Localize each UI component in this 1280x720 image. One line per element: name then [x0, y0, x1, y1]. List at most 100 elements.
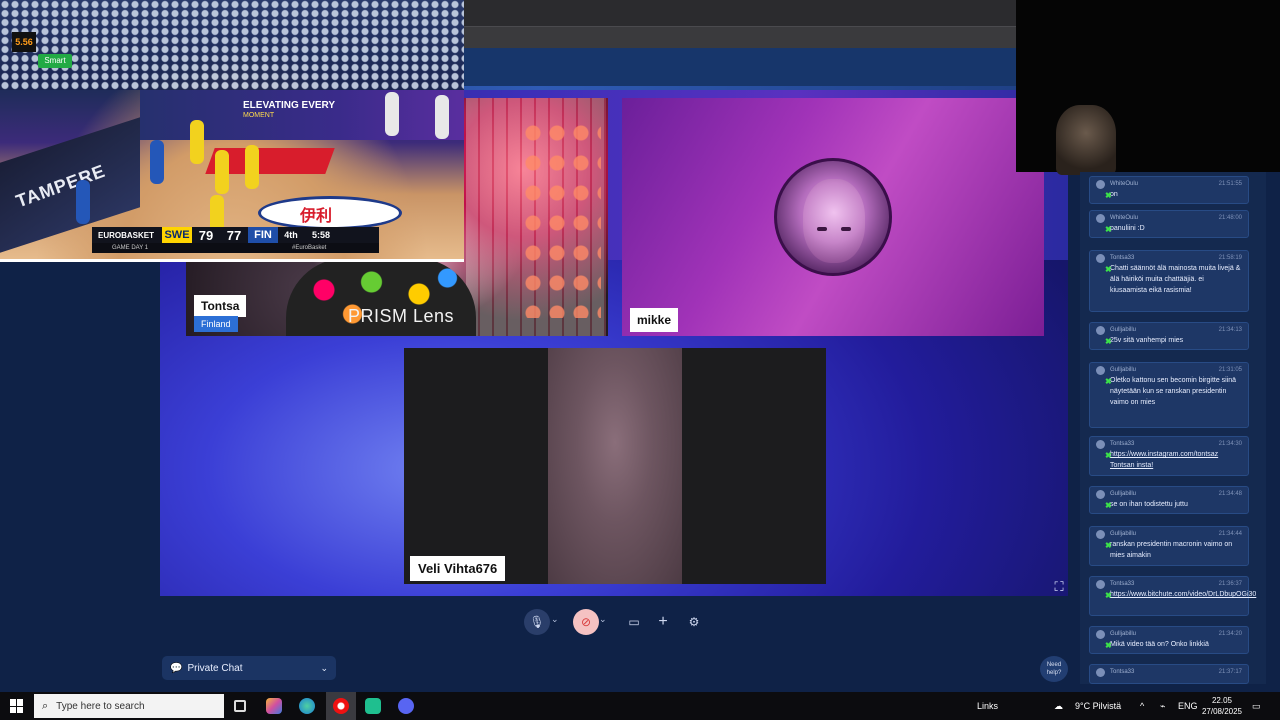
user-avatar-icon: [1096, 214, 1105, 223]
help-line-1: Need: [1046, 662, 1062, 668]
edge-browser-icon[interactable]: [299, 698, 315, 714]
avatar-eye: [841, 227, 851, 231]
mod-badge-icon: ✖: [1105, 591, 1112, 600]
chat-text: 25v sitä vanhempi mies: [1110, 337, 1184, 344]
team-swe: SWE: [162, 227, 192, 243]
browser-tab-bar: [464, 0, 1016, 26]
chat-text: Mikä video tää on? Onko linkkiä: [1110, 641, 1209, 648]
chat-text: Oletko kattonu sen becomin birgitte siin…: [1110, 377, 1237, 406]
links-toolbar[interactable]: Links: [977, 701, 998, 711]
chat-link[interactable]: https://www.bitchute.com/video/DrLDbupOG…: [1096, 589, 1256, 600]
player: [76, 180, 90, 224]
chevron-down-icon[interactable]: ⌄: [599, 614, 607, 625]
help-line-2: help?: [1046, 670, 1062, 676]
chat-text: on: [1110, 191, 1118, 198]
gear-icon[interactable]: ⚙: [681, 609, 707, 635]
clock-time: 22.05: [1211, 696, 1233, 705]
mod-badge-icon: ✖: [1105, 541, 1112, 550]
chat-text: se on ihan todistettu juttu: [1110, 501, 1188, 508]
user-avatar-icon: [1096, 490, 1105, 499]
hashtag: #EuroBasket: [292, 245, 327, 251]
microphone-button[interactable]: 🎙: [524, 609, 550, 635]
chevron-down-icon[interactable]: ⌄: [551, 614, 559, 625]
fullscreen-icon[interactable]: ⛶: [1052, 580, 1066, 594]
chat-message: Tontsa33 21:34:30 ✖ https://www.instagram.c…: [1089, 436, 1249, 476]
chat-message: Gulljabillu 21:31:05 ✖ Oletko kattonu sen b…: [1089, 362, 1249, 428]
game-day: GAME DAY 1: [112, 245, 149, 251]
prism-lens-watermark: PRISM Lens: [348, 306, 455, 326]
avatar: [774, 158, 892, 276]
basketball-stream-overlay: TAMPERE ELEVATING EVERY MOMENT 伊利 5.56 S…: [0, 0, 464, 262]
add-button[interactable]: +: [650, 609, 676, 635]
discord-icon[interactable]: [398, 698, 414, 714]
notification-icon[interactable]: ▭: [1252, 701, 1261, 712]
chat-timestamp: 21:48:00: [1218, 215, 1242, 221]
player: [190, 120, 204, 164]
mod-badge-icon: ✖: [1105, 191, 1112, 200]
player: [245, 145, 259, 189]
graffiti-dots: [521, 118, 601, 318]
mod-badge-icon: ✖: [1105, 337, 1112, 346]
chat-message: Gulljabillu 21:34:44 ✖ ranskan presidentin …: [1089, 526, 1249, 566]
chat-text: panuliini :D: [1110, 225, 1145, 232]
referee: [385, 92, 399, 136]
participant-name-mikke: mikke: [630, 308, 679, 332]
weather-widget[interactable]: 9°C Pilvistä: [1075, 701, 1121, 711]
chat-scrollbar[interactable]: [1266, 172, 1280, 684]
user-avatar-icon: [1096, 440, 1105, 449]
user-avatar-icon: [1096, 180, 1105, 189]
clock-date: 27/08/2025: [1201, 707, 1243, 716]
court-logo-text: 伊利: [300, 208, 333, 225]
app-icon[interactable]: [365, 698, 381, 714]
mod-badge-icon: ✖: [1105, 641, 1112, 650]
chat-text: Chatti säännöt älä mainosta muita livejä…: [1110, 265, 1241, 294]
chat-message: Gulljabillu 21:34:13 ✖ 25v sitä vanhempi mi…: [1089, 322, 1249, 350]
chat-link[interactable]: https://www.instagram.com/tontsaz Tontsa…: [1096, 449, 1242, 471]
chat-message: Tontsa33 21:36:37 ✖ https://www.bitchute.co…: [1089, 576, 1256, 616]
game-period: 4th: [284, 230, 298, 240]
taskbar-clock[interactable]: 22.05 27/08/2025: [1200, 695, 1244, 717]
chat-timestamp: 21:34:44: [1218, 531, 1242, 537]
scoreboard-subrow: GAME DAY 1 #EuroBasket: [92, 243, 379, 253]
chat-message: WhiteOulu 21:51:55 ✖ on: [1089, 176, 1249, 204]
sponsor-logo: Smart: [38, 54, 72, 68]
chat-timestamp: 21:34:20: [1218, 631, 1242, 637]
user-avatar-icon: [1096, 580, 1105, 589]
chat-text: ranskan presidentin macronin vaimo on mi…: [1110, 541, 1233, 559]
user-avatar-icon: [1096, 326, 1105, 335]
shot-clock: 5.56: [12, 32, 36, 52]
arena-banner: [140, 90, 464, 140]
screen-share-button[interactable]: ▭: [621, 609, 647, 635]
player: [150, 140, 164, 184]
banner-subtitle: MOMENT: [243, 112, 275, 119]
chat-timestamp: 21:58:19: [1218, 255, 1242, 261]
chat-message: WhiteOulu 21:48:00 ✖ panuliini :D: [1089, 210, 1249, 238]
avatar-face: [803, 179, 865, 263]
veli-video-feed: [548, 348, 682, 584]
user-avatar-icon: [1096, 630, 1105, 639]
camera-off-button[interactable]: ⊘: [573, 609, 599, 635]
taskbar-search-input[interactable]: ⌕ Type here to search: [34, 694, 224, 718]
private-chat-dropdown[interactable]: 💬 Private Chat ⌄: [162, 656, 336, 680]
chat-bubble-icon: 💬: [170, 662, 183, 674]
participant-name-veli: Veli Vihta676: [410, 556, 506, 581]
opera-browser-icon[interactable]: [333, 698, 349, 714]
chat-timestamp: 21:51:55: [1218, 181, 1242, 187]
windows-start-button[interactable]: [10, 699, 24, 713]
user-avatar-icon: [1096, 668, 1105, 677]
network-icon[interactable]: ⌁: [1160, 701, 1165, 712]
need-help-button[interactable]: Need help?: [1040, 656, 1068, 682]
chat-timestamp: 21:34:48: [1218, 491, 1242, 497]
app-root: PRISM Lens Tontsa Finland mikke Veli Vih…: [0, 0, 1280, 720]
chevron-down-icon: ⌄: [320, 662, 328, 673]
user-avatar-icon: [1096, 530, 1105, 539]
mod-badge-icon: ✖: [1105, 225, 1112, 234]
participant-name-tontsa: Tontsa: [194, 295, 247, 317]
language-indicator[interactable]: ENG: [1178, 701, 1198, 711]
copilot-icon[interactable]: [266, 698, 282, 714]
chat-timestamp: 21:31:05: [1218, 367, 1242, 373]
chat-timestamp: 21:34:13: [1218, 327, 1242, 333]
browser-toolbar: [464, 26, 1016, 48]
task-view-icon[interactable]: [234, 700, 246, 712]
chevron-up-icon[interactable]: ^: [1140, 701, 1144, 711]
